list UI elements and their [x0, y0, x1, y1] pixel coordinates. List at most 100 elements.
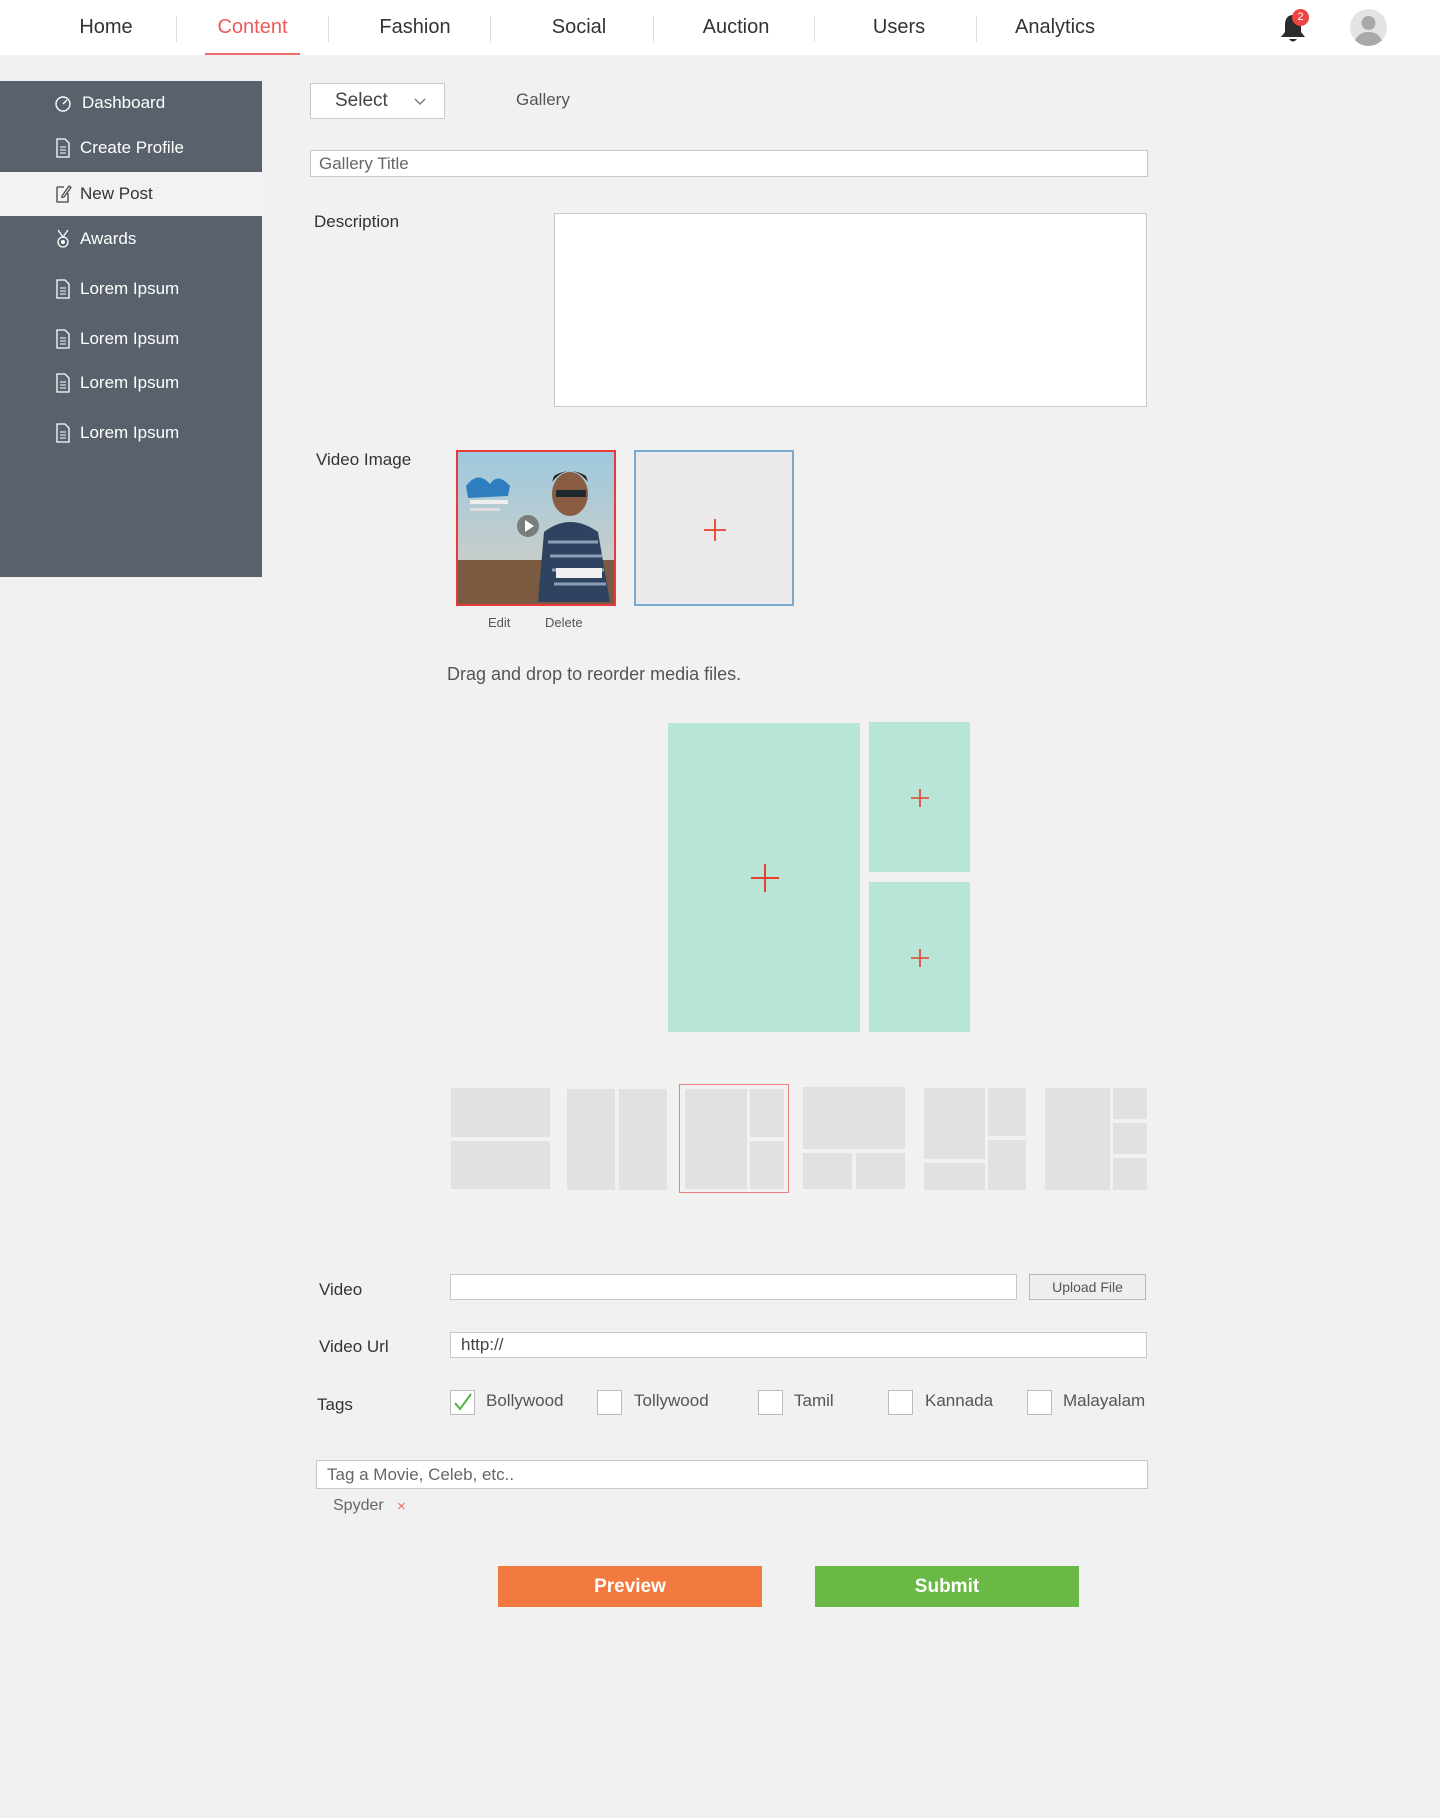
nav-divider — [976, 16, 977, 42]
delete-link[interactable]: Delete — [545, 615, 583, 630]
tag-checkbox-bollywood[interactable] — [450, 1390, 475, 1415]
nav-analytics[interactable]: Analytics — [1005, 0, 1105, 55]
video-image-label: Video Image — [316, 450, 412, 469]
post-type-label: Gallery — [516, 90, 570, 109]
checkmark-icon — [454, 1393, 472, 1411]
document-icon — [56, 138, 70, 158]
nav-users[interactable]: Users — [855, 0, 943, 55]
user-avatar[interactable] — [1350, 9, 1387, 46]
layout-block — [924, 1088, 985, 1159]
layout-option-6[interactable] — [1045, 1087, 1147, 1191]
plus-icon — [751, 864, 779, 892]
tag-chip-label: Spyder — [333, 1497, 384, 1514]
top-nav: Home Content Fashion Social Auction User… — [0, 0, 1440, 55]
nav-divider — [653, 16, 654, 42]
gallery-title-input[interactable] — [310, 150, 1148, 177]
sidebar-item-label: Lorem Ipsum — [80, 373, 180, 392]
layout-block — [988, 1088, 1026, 1136]
tag-checkbox-tamil[interactable] — [758, 1390, 783, 1415]
layout-block — [1113, 1158, 1147, 1190]
upload-file-button[interactable]: Upload File — [1029, 1274, 1146, 1300]
layout-block — [1113, 1123, 1147, 1154]
sidebar-item-create-profile[interactable]: Create Profile — [0, 126, 262, 170]
plus-icon — [911, 789, 929, 807]
chevron-down-icon — [414, 98, 426, 105]
nav-auction[interactable]: Auction — [690, 0, 782, 55]
media-slot-small-top[interactable] — [869, 722, 970, 872]
layout-option-1[interactable] — [451, 1087, 550, 1191]
layout-option-5[interactable] — [924, 1087, 1026, 1191]
active-tab-underline — [205, 53, 300, 55]
layout-block — [750, 1141, 784, 1189]
remove-tag-icon[interactable]: × — [397, 1498, 406, 1515]
document-icon — [56, 423, 70, 443]
tag-label: Malayalam — [1063, 1391, 1146, 1410]
sidebar-item-lorem-3[interactable]: Lorem Ipsum — [0, 361, 262, 405]
tags-label: Tags — [317, 1395, 353, 1414]
sidebar-item-awards[interactable]: Awards — [0, 217, 262, 261]
edit-icon — [56, 185, 72, 203]
media-slot-small-bottom[interactable] — [869, 882, 970, 1032]
sidebar-item-new-post[interactable]: New Post — [0, 172, 262, 216]
sidebar-item-lorem-4[interactable]: Lorem Ipsum — [0, 411, 262, 455]
layout-block — [924, 1163, 985, 1190]
sidebar-item-label: Lorem Ipsum — [80, 279, 180, 298]
tag-checkbox-kannada[interactable] — [888, 1390, 913, 1415]
layout-option-2[interactable] — [567, 1087, 667, 1191]
video-thumbnail[interactable] — [456, 450, 616, 606]
post-type-select-value: Select — [335, 90, 388, 111]
add-video-image-tile[interactable] — [634, 450, 794, 606]
video-url-input[interactable] — [450, 1332, 1147, 1358]
post-type-select[interactable]: Select — [310, 83, 445, 119]
layout-block — [803, 1087, 905, 1149]
layout-block — [1113, 1088, 1147, 1119]
layout-block — [567, 1089, 615, 1190]
nav-content-label: Content — [217, 16, 288, 38]
video-file-input[interactable] — [450, 1274, 1017, 1300]
edit-link[interactable]: Edit — [488, 615, 510, 630]
notification-badge: 2 — [1292, 9, 1309, 26]
sidebar-item-label: Dashboard — [82, 93, 166, 112]
video-label: Video — [319, 1280, 363, 1299]
tag-checkbox-malayalam[interactable] — [1027, 1390, 1052, 1415]
document-icon — [56, 279, 70, 299]
sidebar-item-label: New Post — [80, 184, 153, 203]
medal-icon — [57, 229, 69, 248]
nav-divider — [176, 16, 177, 42]
document-icon — [56, 373, 70, 393]
sidebar-item-label: Lorem Ipsum — [80, 423, 180, 442]
nav-social[interactable]: Social — [535, 0, 623, 55]
layout-block — [988, 1140, 1026, 1190]
nav-content[interactable]: Content — [205, 0, 300, 55]
tag-label: Tamil — [794, 1391, 834, 1410]
plus-icon — [704, 519, 726, 541]
nav-divider — [814, 16, 815, 42]
tag-label: Tollywood — [634, 1391, 709, 1410]
nav-home[interactable]: Home — [60, 0, 152, 55]
nav-divider — [328, 16, 329, 42]
document-icon — [56, 329, 70, 349]
reorder-hint: Drag and drop to reorder media files. — [447, 664, 742, 684]
user-silhouette-icon — [1354, 16, 1383, 46]
submit-button[interactable]: Submit — [815, 1566, 1079, 1607]
description-textarea[interactable] — [554, 213, 1147, 407]
layout-block — [451, 1141, 550, 1189]
sidebar-item-label: Lorem Ipsum — [80, 329, 180, 348]
sidebar: Dashboard Create Profile New Post Awards… — [0, 81, 262, 577]
nav-fashion[interactable]: Fashion — [365, 0, 465, 55]
sidebar-item-lorem-2[interactable]: Lorem Ipsum — [0, 317, 262, 361]
media-slot-large[interactable] — [668, 723, 860, 1032]
layout-block — [685, 1089, 747, 1189]
layout-option-4[interactable] — [803, 1087, 905, 1191]
dashboard-icon — [55, 96, 71, 112]
nav-divider — [490, 16, 491, 42]
preview-button[interactable]: Preview — [498, 1566, 762, 1607]
tag-checkbox-tollywood[interactable] — [597, 1390, 622, 1415]
tag-label: Bollywood — [486, 1391, 564, 1410]
tag-label: Kannada — [925, 1391, 994, 1410]
layout-option-3-selected[interactable] — [679, 1084, 789, 1193]
sidebar-item-lorem-1[interactable]: Lorem Ipsum — [0, 267, 262, 311]
sidebar-item-dashboard[interactable]: Dashboard — [0, 81, 262, 125]
layout-block — [803, 1153, 852, 1189]
tag-search-input[interactable] — [316, 1460, 1148, 1489]
